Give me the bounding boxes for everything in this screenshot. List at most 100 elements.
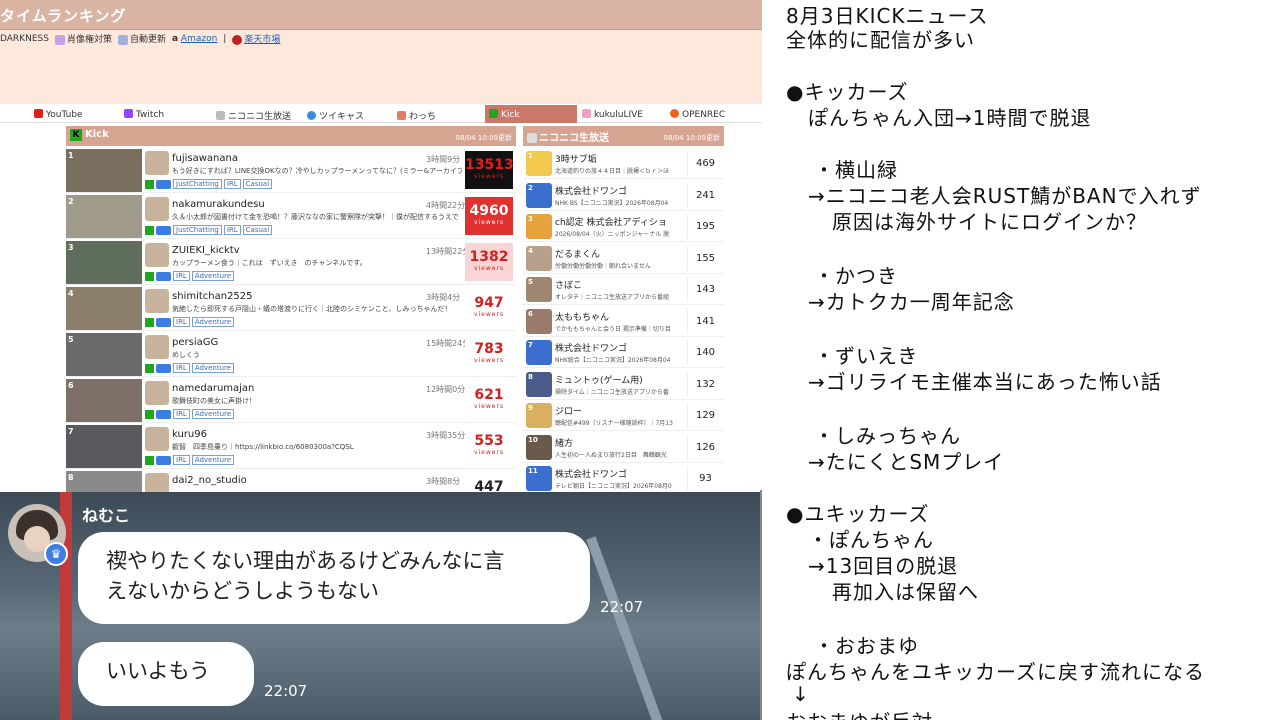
streamer-name[interactable]: fujisawanana <box>172 153 238 164</box>
option-portrait[interactable]: 肖像権対策 <box>54 32 112 45</box>
channel-icon: 4 <box>526 245 552 271</box>
tab-kukulu[interactable]: kukuluLIVE <box>578 105 643 123</box>
tab-twitch[interactable]: Twitch <box>120 105 164 123</box>
language-icon <box>156 363 171 373</box>
stream-thumbnail[interactable]: 5 <box>66 333 142 376</box>
chat-message-bubble: いいよもう <box>78 642 254 706</box>
stream-thumbnail[interactable]: 6 <box>66 379 142 422</box>
channel-icon: 11 <box>526 466 552 491</box>
stream-title: 叡智 四季島乗り｜https://linkbio.co/6080300a?CQS… <box>172 443 354 451</box>
channel-name[interactable]: 太ももちゃん <box>555 310 683 323</box>
category-tag[interactable]: IRL <box>173 409 190 419</box>
stream-thumbnail[interactable]: 7 <box>66 425 142 468</box>
channel-name[interactable]: さぼこ <box>555 278 683 291</box>
category-tag[interactable]: Adventure <box>191 271 235 281</box>
table-row[interactable]: 4 だるまくん 労働労働労働労働｜朝れ合いません 155 <box>523 243 724 274</box>
stream-thumbnail[interactable]: 4 <box>66 287 142 330</box>
tab-kick[interactable]: Kick <box>485 105 577 123</box>
table-row[interactable]: 4 shimitchan2525 3時間4分 気絶したら即死する戸隠山・蟻の塔渡りに行… <box>66 286 516 331</box>
table-row[interactable]: 10 緒方 人生初の一人ぬまり旅行2日目 舞鶴観光 126 <box>523 432 724 463</box>
channel-name[interactable]: ジロー <box>555 404 683 417</box>
rank-number: 3 <box>528 215 533 223</box>
category-tag[interactable]: IRL <box>223 179 241 189</box>
tab-youtube[interactable]: YouTube <box>30 105 83 123</box>
rakuten-link[interactable]: 楽天市場 <box>232 32 280 45</box>
stream-thumbnail[interactable]: 2 <box>66 195 142 238</box>
category-tag[interactable]: Casual <box>242 225 273 235</box>
category-tag[interactable]: JustChatting <box>173 179 222 189</box>
channel-name[interactable]: 株式会社ドワンゴ <box>555 184 683 197</box>
table-row[interactable]: 5 persiaGG 15時間24分 めしくう IRL Adventure 783 viewe… <box>66 332 516 377</box>
note-line: →13回目の脱退 <box>808 554 959 578</box>
tab-twitcasting[interactable]: ツイキャス <box>303 105 364 123</box>
table-row[interactable]: 2 株式会社ドワンゴ NHK BS【ニコニコ実況】2026年08月04 241 <box>523 180 724 211</box>
stream-thumbnail[interactable]: 8 <box>66 471 142 492</box>
category-tag[interactable]: IRL <box>173 317 190 327</box>
category-tag[interactable]: Adventure <box>191 409 235 419</box>
table-row[interactable]: 7 株式会社ドワンゴ NHK総合【ニコニコ実況】2026年08月04 140 <box>523 337 724 368</box>
amazon-link[interactable]: a Amazon <box>172 34 217 44</box>
category-tag[interactable]: JustChatting <box>173 225 222 235</box>
streamer-name[interactable]: namedarumajan <box>172 383 254 394</box>
category-tag[interactable]: Casual <box>242 179 273 189</box>
category-tag[interactable]: Adventure <box>191 363 235 373</box>
category-tag[interactable]: IRL <box>173 455 190 465</box>
viewers-label: viewers <box>473 219 505 226</box>
table-row[interactable]: 6 太ももちゃん でかももちゃんと会う日 掲示準備｜切り目 141 <box>523 306 724 337</box>
table-row[interactable]: 7 kuru96 3時間35分 叡智 四季島乗り｜https://linkbio.co… <box>66 424 516 469</box>
streamer-name[interactable]: kuru96 <box>172 429 207 440</box>
table-row[interactable]: 3 ZUIEKI_kicktv 13時間22分 カップラーメン食う｜これは ずいえき … <box>66 240 516 285</box>
note-line: ・横山緑 <box>814 158 898 182</box>
ranking-site: タイムランキング DARKNESS 肖像権対策 自動更新 a Amazon | … <box>0 0 762 492</box>
category-tag[interactable]: Adventure <box>191 317 235 327</box>
table-row[interactable]: 11 株式会社ドワンゴ テレビ朝日【ニコニコ実況】2026年08月0 93 <box>523 463 724 492</box>
program-title: NHK総合【ニコニコ実況】2026年08月04 <box>555 357 671 364</box>
channel-name[interactable]: ミュントゥ(ゲーム用) <box>555 373 683 386</box>
rank-number: 4 <box>68 289 74 298</box>
viewer-count: 621 <box>474 387 504 403</box>
streamer-name[interactable]: ZUIEKI_kicktv <box>172 245 240 256</box>
stream-thumbnail[interactable]: 3 <box>66 241 142 284</box>
table-row[interactable]: 2 nakamurakundesu 4時間22分 久＆小太郎が図書付けて金を恐喝！？藤… <box>66 194 516 239</box>
category-tag[interactable]: IRL <box>223 225 241 235</box>
language-icon <box>156 409 171 419</box>
category-tag[interactable]: IRL <box>173 363 190 373</box>
rank-number: 3 <box>68 243 74 252</box>
channel-name[interactable]: だるまくん <box>555 247 683 260</box>
table-row[interactable]: 5 さぼこ オレタチ｜ニコニコ生放送アプリから番組 143 <box>523 274 724 305</box>
streamer-name[interactable]: persiaGG <box>172 337 218 348</box>
channel-name[interactable]: 緒方 <box>555 436 683 449</box>
tab-wacchi[interactable]: わっち <box>393 105 436 123</box>
streamer-name[interactable]: shimitchan2525 <box>172 291 253 302</box>
option-darkness[interactable]: DARKNESS <box>0 34 49 44</box>
table-row[interactable]: 8 ミュントゥ(ゲーム用) 掃除タイム｜ニコニコ生放送アプリから番 132 <box>523 369 724 400</box>
streamer-name[interactable]: nakamurakundesu <box>172 199 265 210</box>
stream-tags: IRL Adventure <box>145 455 235 465</box>
tab-niconico[interactable]: ニコニコ生放送 <box>212 105 291 123</box>
table-row[interactable]: 8 dai2_no_studio 3時間8分 447viewers <box>66 470 516 492</box>
channel-icon: 9 <box>526 403 552 428</box>
viewer-count: 13513 <box>465 157 514 173</box>
table-row[interactable]: 6 namedarumajan 12時間0分 歌舞伎町の美女に声掛け！ IRL Adven… <box>66 378 516 423</box>
streamer-avatar <box>145 473 169 492</box>
channel-name[interactable]: 株式会社ドワンゴ <box>555 341 683 354</box>
channel-name[interactable]: 株式会社ドワンゴ <box>555 467 683 480</box>
stream-thumbnail[interactable]: 1 <box>66 149 142 192</box>
streamer-avatar <box>145 197 169 221</box>
table-row[interactable]: 1 3時サブ垢 北海道釣りの旅４４日目｜脱褌＜ｂｒ＞ほ 469 <box>523 148 724 179</box>
channel-name[interactable]: 3時サブ垢 <box>555 152 683 165</box>
stream-title: カップラーメン食う｜これは ずいえき のチャンネルです。 <box>172 259 367 267</box>
table-row[interactable]: 3 ch認定 株式会社アディショ 2026/08/04（火）ニッポンジャーナル 脱 1… <box>523 211 724 242</box>
viewers-label: viewers <box>473 173 505 180</box>
category-tag[interactable]: IRL <box>173 271 190 281</box>
option-autoupdate[interactable]: 自動更新 <box>117 32 166 45</box>
streamer-name[interactable]: dai2_no_studio <box>172 475 247 486</box>
tab-openrec[interactable]: OPENREC <box>666 105 725 123</box>
kick-panel-header: K Kick 08/04 10:09更新 <box>66 126 516 146</box>
table-row[interactable]: 1 fujisawanana 3時間9分 もう好きにすれば？LINE交換OKなの？冷や… <box>66 148 516 193</box>
category-tag[interactable]: Adventure <box>191 455 235 465</box>
table-row[interactable]: 9 ジロー 聴配信#499（リスナー様随読枠）｜7月13 129 <box>523 400 724 431</box>
rank-number: 7 <box>68 427 74 436</box>
kick-logo-icon: K <box>70 129 82 141</box>
channel-name[interactable]: ch認定 株式会社アディショ <box>555 215 683 228</box>
